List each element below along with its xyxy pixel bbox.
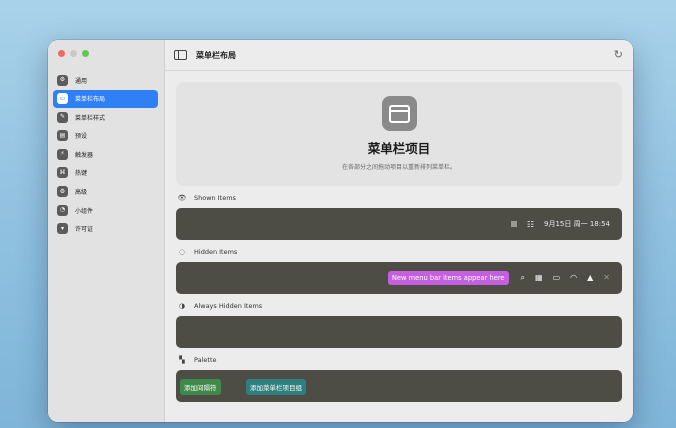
hero-subtitle: 在各部分之间拖动项目以重新排列菜单栏。 [341, 164, 456, 171]
sidebar-item-widgets[interactable]: ◔ 小组件 [53, 201, 158, 219]
paintbrush-icon: ✎ [57, 111, 68, 123]
bolt-icon: ⚡ [57, 148, 68, 160]
sidebar-item-menubar-layout[interactable]: ▭ 菜单栏布局 [53, 89, 158, 108]
wifi-icon[interactable]: ◠ [570, 274, 577, 282]
sidebar: ⚙ 通用 ▭ 菜单栏布局 ✎ 菜单栏样式 ▤ 预设 ⚡ 触发器 ⌘ 热键 ⚙ 高… [48, 40, 165, 422]
page-title: 菜单栏布局 [196, 50, 236, 60]
palette-icon: ▚ [179, 356, 185, 364]
hero-title: 菜单栏项目 [367, 141, 431, 156]
menubar-items-icon [381, 96, 417, 131]
cart-icon: ▾ [57, 223, 68, 235]
refresh-icon[interactable]: ↻ [614, 48, 623, 61]
gears-icon: ⚙ [57, 186, 68, 198]
search-icon[interactable]: ⌕ [521, 274, 525, 282]
shown-items-label: 👁 Shown Items [176, 194, 236, 202]
hidden-items-label: ◌ Hidden Items [176, 248, 237, 256]
sidebar-item-label: 通用 [75, 77, 88, 85]
sidebar-item-label: 预设 [75, 133, 88, 141]
hidden-items-tray: New menu bar items appear here ⌕ ▦ ▭ ◠ ▲… [387, 262, 610, 294]
titlebar: 菜单栏布局 ↻ [165, 40, 633, 71]
preset-icon: ▤ [57, 130, 68, 142]
sidebar-nav: ⚙ 通用 ▭ 菜单栏布局 ✎ 菜单栏样式 ▤ 预设 ⚡ 触发器 ⌘ 热键 ⚙ 高… [53, 71, 158, 238]
widget-icon: ◔ [57, 204, 68, 216]
sidebar-item-presets[interactable]: ▤ 预设 [53, 127, 158, 145]
hidden-items-bar[interactable]: New menu bar items appear here ⌕ ▦ ▭ ◠ ▲… [176, 262, 622, 294]
window-controls [58, 50, 89, 57]
add-spacer-button[interactable]: 添加间隔符 [180, 379, 221, 395]
battery-icon[interactable]: ▭ [553, 274, 561, 282]
shown-items-tray: ☷ 9月15日 周一 18:54 [510, 208, 610, 240]
sidebar-item-label: 菜单栏布局 [75, 96, 106, 104]
control-center-icon[interactable]: ☷ [527, 220, 534, 229]
placeholder-square-icon[interactable] [510, 221, 517, 227]
gear-icon: ⚙ [57, 74, 68, 86]
palette-label: ▚ Palette [176, 356, 217, 364]
hero-panel: 菜单栏项目 在各部分之间拖动项目以重新排列菜单栏。 [176, 82, 622, 186]
main-content: 菜单栏布局 ↻ 菜单栏项目 在各部分之间拖动项目以重新排列菜单栏。 👁 Show… [165, 40, 633, 422]
add-group-button[interactable]: 添加菜单栏项目组 [246, 379, 306, 395]
new-items-chip: New menu bar items appear here [387, 271, 509, 285]
keyboard-icon[interactable]: ▦ [535, 274, 543, 282]
always-hidden-items-bar[interactable] [176, 316, 622, 348]
section-title: Always Hidden Items [194, 302, 263, 310]
eye-slash-icon: ◌ [178, 248, 186, 256]
menubar-layout-icon: ▭ [57, 93, 68, 105]
keyboard-icon: ⌘ [57, 167, 68, 179]
sidebar-item-menubar-style[interactable]: ✎ 菜单栏样式 [53, 108, 158, 126]
datetime[interactable]: 9月15日 周一 18:54 [544, 219, 610, 229]
sidebar-item-label: 触发器 [75, 151, 94, 159]
eye-icon: 👁 [177, 194, 187, 202]
section-title: Shown Items [194, 194, 236, 202]
sidebar-toggle-icon[interactable] [174, 50, 187, 60]
shown-items-bar[interactable]: ☷ 9月15日 周一 18:54 [176, 208, 622, 240]
sidebar-item-label: 菜单栏样式 [75, 114, 106, 122]
always-hidden-items-label: ◑ Always Hidden Items [176, 302, 262, 310]
expand-icon[interactable]: ✕ [603, 274, 610, 282]
hidden-circle-icon: ◑ [178, 302, 186, 310]
sidebar-item-label: 高级 [75, 189, 88, 197]
sidebar-item-license[interactable]: ▾ 许可证 [53, 220, 158, 238]
sidebar-item-advanced[interactable]: ⚙ 高级 [53, 183, 158, 201]
section-title: Hidden Items [194, 248, 238, 256]
sidebar-item-label: 热键 [75, 170, 88, 178]
zoom-button[interactable] [82, 50, 89, 57]
sidebar-item-hotkeys[interactable]: ⌘ 热键 [53, 164, 158, 182]
sidebar-item-label: 许可证 [75, 226, 94, 234]
settings-window: ⚙ 通用 ▭ 菜单栏布局 ✎ 菜单栏样式 ▤ 预设 ⚡ 触发器 ⌘ 热键 ⚙ 高… [48, 40, 633, 422]
palette-bar: 添加间隔符 添加菜单栏项目组 [176, 370, 622, 402]
sidebar-item-triggers[interactable]: ⚡ 触发器 [53, 145, 158, 163]
minimize-button[interactable] [70, 50, 77, 57]
close-button[interactable] [58, 50, 65, 57]
section-title: Palette [194, 356, 217, 364]
mountain-icon[interactable]: ▲ [587, 274, 593, 282]
sidebar-item-label: 小组件 [75, 207, 94, 215]
sidebar-item-general[interactable]: ⚙ 通用 [53, 71, 158, 89]
